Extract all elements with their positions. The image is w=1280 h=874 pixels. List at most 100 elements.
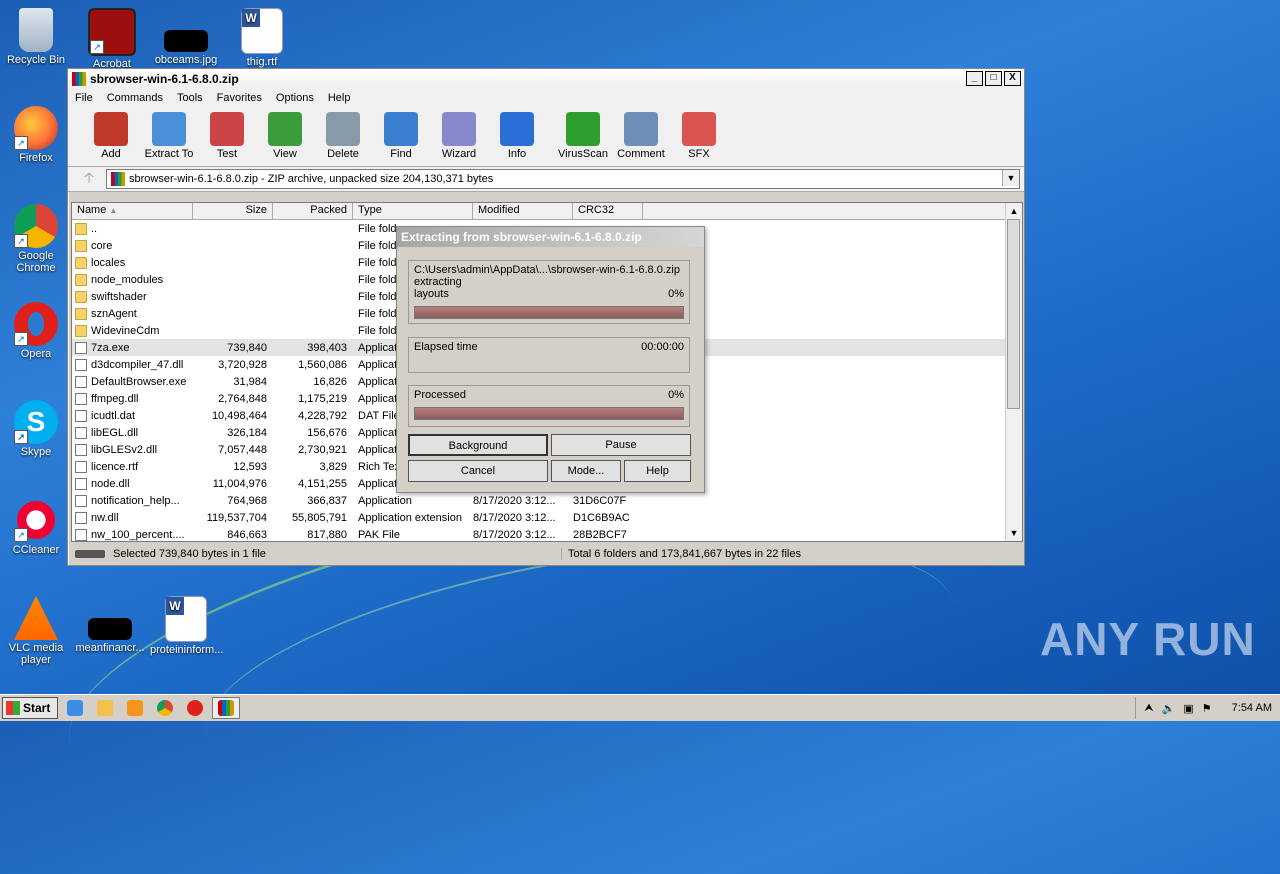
vlc-icon xyxy=(14,596,58,640)
file-name: 7za.exe xyxy=(91,341,130,354)
column-header-name[interactable]: Name ▲ xyxy=(72,203,193,219)
file-name: libGLESv2.dll xyxy=(91,443,158,456)
menu-options[interactable]: Options xyxy=(269,92,321,104)
network-icon[interactable]: ▣ xyxy=(1183,702,1193,715)
mode-button[interactable]: Mode... xyxy=(551,460,621,482)
cell-name: locales xyxy=(72,256,190,269)
chevron-up-icon[interactable]: ⮝ xyxy=(1144,702,1153,715)
desktop-icon-label: Google Chrome xyxy=(16,250,56,274)
column-header-type[interactable]: Type xyxy=(353,203,473,219)
column-header-packed[interactable]: Packed xyxy=(273,203,353,219)
start-button[interactable]: Start xyxy=(2,697,58,719)
extract-to-icon xyxy=(152,112,186,146)
file-name: notification_help... xyxy=(91,494,180,507)
cell-type: Application extension xyxy=(358,511,462,524)
menu-help[interactable]: Help xyxy=(321,92,358,104)
word-document-icon: W xyxy=(241,8,283,54)
archive-path-field[interactable]: sbrowser-win-6.1-6.8.0.zip - ZIP archive… xyxy=(106,169,1020,189)
window-title: sbrowser-win-6.1-6.8.0.zip xyxy=(90,71,239,86)
menu-tools[interactable]: Tools xyxy=(170,92,210,104)
desktop-icon-obceams[interactable]: obceams.jpg xyxy=(150,8,222,66)
desktop-icon-proteininform[interactable]: W proteininform... xyxy=(150,596,224,656)
desktop-icon-label: Opera xyxy=(20,348,52,360)
table-row[interactable]: nw.dll 119,537,704 55,805,791 Application e… xyxy=(72,509,1022,526)
toolbar-find-button[interactable]: Find xyxy=(372,108,430,160)
desktop-icon-label: proteininform... xyxy=(150,644,224,656)
taskbar-explorer[interactable] xyxy=(92,698,118,718)
close-button[interactable]: X xyxy=(1004,71,1021,86)
toolbar-comment-button[interactable]: Comment xyxy=(612,108,670,160)
menu-file[interactable]: File xyxy=(68,92,100,104)
desktop-icon-ccleaner[interactable]: ↗ CCleaner xyxy=(0,498,72,556)
elapsed-panel: Elapsed time 00:00:00 xyxy=(408,337,690,373)
speaker-icon[interactable]: 🔈 xyxy=(1162,702,1176,715)
taskbar-chrome[interactable] xyxy=(152,698,178,718)
toolbar-delete-button[interactable]: Delete xyxy=(314,108,372,160)
winrar-icon xyxy=(218,700,234,716)
table-row[interactable]: notification_help... 764,968 366,837 Applic… xyxy=(72,492,1022,509)
background-button[interactable]: Background xyxy=(408,434,548,456)
toolbar-sfx-button[interactable]: SFX xyxy=(670,108,728,160)
vertical-scrollbar[interactable]: ▲ ▼ xyxy=(1005,203,1022,541)
column-header-size[interactable]: Size xyxy=(193,203,273,219)
cell-mod: 8/17/2020 3:12... xyxy=(473,511,556,524)
desktop-icon-thig[interactable]: W thig.rtf xyxy=(226,8,298,68)
minimize-button[interactable]: _ xyxy=(966,71,983,86)
desktop-icon-vlc[interactable]: VLC media player xyxy=(0,596,72,666)
desktop-icon-opera[interactable]: ↗ Opera xyxy=(0,302,72,360)
desktop-icon-chrome[interactable]: ↗ Google Chrome xyxy=(0,204,72,274)
file-icon xyxy=(75,426,87,439)
menu-favorites[interactable]: Favorites xyxy=(210,92,269,104)
toolbar-button-label: View xyxy=(273,148,297,160)
processed-panel: Processed 0% xyxy=(408,385,690,427)
scroll-up-icon[interactable]: ▲ xyxy=(1006,203,1022,219)
cancel-button[interactable]: Cancel xyxy=(408,460,548,482)
toolbar-extract-to-button[interactable]: Extract To xyxy=(140,108,198,160)
desktop-icon-recycle-bin[interactable]: Recycle Bin xyxy=(0,8,72,66)
processed-label: Processed xyxy=(414,389,466,401)
table-row[interactable]: nw_100_percent.... 846,663 817,880 PAK File… xyxy=(72,526,1022,541)
toolbar-test-button[interactable]: Test xyxy=(198,108,256,160)
desktop-icon-acrobat[interactable]: ↗ Acrobat xyxy=(76,8,148,70)
taskbar-ie[interactable] xyxy=(62,698,88,718)
desktop-icon-label: meanfinancr... xyxy=(75,642,145,654)
help-button[interactable]: Help xyxy=(624,460,691,482)
toolbar-virusscan-button[interactable]: VirusScan xyxy=(554,108,612,160)
desktop-icon-firefox[interactable]: ↗ Firefox xyxy=(0,106,72,164)
up-arrow-icon[interactable]: 🡡 xyxy=(72,167,106,191)
file-name: nw.dll xyxy=(91,511,119,524)
taskbar-winrar[interactable] xyxy=(212,697,240,719)
desktop-icon-meanfinance[interactable]: meanfinancr... xyxy=(74,596,146,654)
desktop-icon-skype[interactable]: S ↗ Skype xyxy=(0,400,72,458)
desktop-icon-label: Firefox xyxy=(19,152,53,164)
dialog-title: Extracting from sbrowser-win-6.1-6.8.0.z… xyxy=(397,227,704,247)
chrome-icon xyxy=(157,700,173,716)
column-header-modified[interactable]: Modified xyxy=(473,203,573,219)
file-name: DefaultBrowser.exe xyxy=(91,375,187,388)
taskbar-opera[interactable] xyxy=(182,698,208,718)
total-progress-bar xyxy=(414,407,684,420)
maximize-button[interactable]: □ xyxy=(985,71,1002,86)
scroll-down-icon[interactable]: ▼ xyxy=(1006,525,1022,541)
toolbar-wizard-button[interactable]: Wizard xyxy=(430,108,488,160)
chevron-down-icon[interactable]: ▼ xyxy=(1002,170,1019,186)
flag-icon[interactable]: ⚑ xyxy=(1202,702,1212,715)
toolbar-add-button[interactable]: Add xyxy=(82,108,140,160)
scrollbar-thumb[interactable] xyxy=(1007,219,1020,409)
toolbar-info-button[interactable]: Info xyxy=(488,108,546,160)
menu-commands[interactable]: Commands xyxy=(100,92,170,104)
toolbar-view-button[interactable]: View xyxy=(256,108,314,160)
file-name: nw_100_percent.... xyxy=(91,528,185,541)
image-file-icon xyxy=(88,618,132,640)
window-titlebar[interactable]: sbrowser-win-6.1-6.8.0.zip _ □ X xyxy=(68,69,1024,88)
taskbar-media-player[interactable] xyxy=(122,698,148,718)
pause-button[interactable]: Pause xyxy=(551,434,691,456)
cell-name: WidevineCdm xyxy=(72,324,190,337)
column-header-crc32[interactable]: CRC32 xyxy=(573,203,643,219)
toolbar-button-label: Info xyxy=(507,148,527,160)
clock[interactable]: 7:54 AM xyxy=(1232,702,1272,714)
desktop-icon-label: Recycle Bin xyxy=(6,54,66,66)
processed-percent: 0% xyxy=(668,389,684,401)
cell-name: ffmpeg.dll xyxy=(72,392,190,405)
extract-action: extracting xyxy=(414,276,462,288)
